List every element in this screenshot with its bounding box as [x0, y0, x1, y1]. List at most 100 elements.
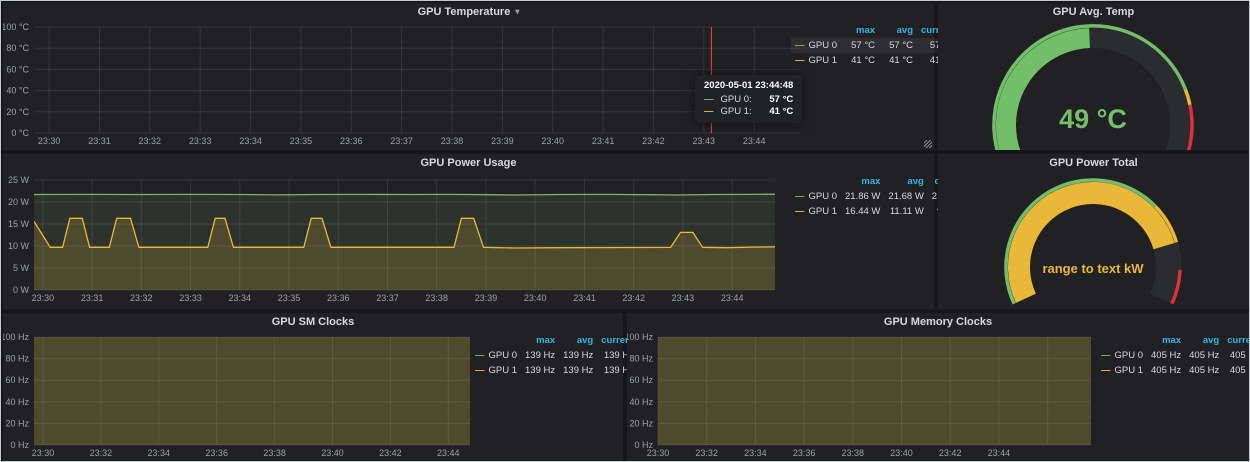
- svg-text:20 Hz: 20 Hz: [629, 418, 653, 428]
- svg-text:100 °C: 100 °C: [3, 22, 29, 32]
- gpu-sm-clocks-legend: maxavgcurrent—GPU 0139 Hz139 Hz139 Hz—GP…: [471, 333, 638, 378]
- series-dash-icon: —: [795, 55, 805, 66]
- legend-sort-max[interactable]: max: [841, 174, 884, 189]
- legend-sort-avg[interactable]: avg: [879, 23, 917, 38]
- legend-series-gpu-1[interactable]: —GPU 1139 Hz139 Hz139 Hz: [471, 363, 638, 378]
- legend-series-gpu-0[interactable]: —GPU 0405 Hz405 Hz405 Hz: [1097, 348, 1250, 363]
- legend-series-gpu-0[interactable]: —GPU 0139 Hz139 Hz139 Hz: [471, 348, 638, 363]
- svg-text:80 °C: 80 °C: [6, 43, 29, 53]
- svg-text:0 Hz: 0 Hz: [10, 440, 29, 450]
- svg-text:23:43: 23:43: [693, 136, 716, 146]
- svg-text:23:42: 23:42: [379, 448, 402, 458]
- legend-sort-avg[interactable]: avg: [884, 174, 927, 189]
- series-dash-icon: —: [795, 40, 805, 51]
- legend-series-gpu-1[interactable]: —GPU 1405 Hz405 Hz405 Hz: [1097, 363, 1250, 378]
- svg-text:23:34: 23:34: [148, 448, 171, 458]
- panel-title-text: GPU Power Usage: [421, 157, 517, 169]
- series-dash-icon: —: [704, 94, 714, 105]
- svg-text:23:36: 23:36: [327, 293, 350, 303]
- legend-table: maxavgcurrent—GPU 0139 Hz139 Hz139 Hz—GP…: [471, 333, 638, 378]
- gpu-power-total-gauge: range to text kW: [938, 172, 1249, 314]
- legend-sort-max[interactable]: max: [1147, 333, 1185, 348]
- svg-text:80 Hz: 80 Hz: [629, 354, 653, 364]
- legend-value: 139 Hz: [521, 348, 559, 363]
- legend-value: 57 °C: [841, 38, 879, 53]
- legend-value: 139 Hz: [559, 363, 597, 378]
- legend-value: 57 °C: [879, 38, 917, 53]
- svg-text:23:40: 23:40: [890, 448, 913, 458]
- svg-text:23:44: 23:44: [437, 448, 460, 458]
- svg-text:23:38: 23:38: [842, 448, 865, 458]
- svg-text:23:33: 23:33: [189, 136, 212, 146]
- svg-text:23:32: 23:32: [90, 448, 113, 458]
- svg-text:23:34: 23:34: [229, 293, 252, 303]
- tooltip-row: — GPU 1: 41 °C: [704, 106, 793, 117]
- svg-text:23:44: 23:44: [721, 293, 744, 303]
- svg-text:23:40: 23:40: [541, 136, 564, 146]
- panel-title-text: GPU Memory Clocks: [884, 316, 992, 328]
- panel-title-text: GPU Temperature: [418, 6, 511, 18]
- svg-text:23:30: 23:30: [647, 448, 670, 458]
- legend-sort-current[interactable]: current: [1223, 333, 1250, 348]
- legend-value: 405 Hz: [1185, 348, 1223, 363]
- legend-sort-avg[interactable]: avg: [1185, 333, 1223, 348]
- svg-text:23:40: 23:40: [524, 293, 547, 303]
- panel-title-dropdown[interactable]: GPU Temperature ▾: [3, 3, 934, 21]
- svg-text:5 W: 5 W: [13, 263, 30, 273]
- tooltip-series-value: 41 °C: [759, 106, 793, 117]
- legend-sort-avg[interactable]: avg: [559, 333, 597, 348]
- tooltip-series-name: GPU 1:: [721, 106, 752, 117]
- legend-value: 405 Hz: [1223, 348, 1250, 363]
- legend-sort-max[interactable]: max: [841, 23, 879, 38]
- chart-tooltip: 2020-05-01 23:44:48 — GPU 0: 57 °C — GPU…: [695, 75, 802, 123]
- svg-text:23:34: 23:34: [239, 136, 262, 146]
- gpu-temperature-legend: maxavgcurrent—GPU 057 °C57 °C57 °C—GPU 1…: [791, 23, 958, 68]
- legend-value: 405 Hz: [1223, 363, 1250, 378]
- panel-title-text: GPU SM Clocks: [272, 316, 355, 328]
- svg-text:23:33: 23:33: [179, 293, 202, 303]
- series-dash-icon: —: [475, 365, 485, 376]
- svg-text:60 °C: 60 °C: [6, 64, 29, 74]
- svg-text:23:36: 23:36: [340, 136, 363, 146]
- series-dash-icon: —: [475, 350, 485, 361]
- legend-table: maxavgcurrent—GPU 057 °C57 °C57 °C—GPU 1…: [791, 23, 958, 68]
- panel-title[interactable]: GPU Avg. Temp: [938, 3, 1249, 21]
- series-dash-icon: —: [795, 206, 805, 217]
- svg-text:23:41: 23:41: [592, 136, 615, 146]
- svg-text:23:38: 23:38: [263, 448, 286, 458]
- svg-text:100 Hz: 100 Hz: [627, 332, 653, 342]
- svg-text:0 °C: 0 °C: [11, 128, 29, 138]
- panel-title-text: GPU Avg. Temp: [1053, 6, 1135, 18]
- panel-title[interactable]: GPU Power Total: [938, 154, 1249, 172]
- svg-text:23:44: 23:44: [743, 136, 766, 146]
- legend-value: 41 °C: [841, 53, 879, 68]
- panel-gpu-power-usage: GPU Power Usage 0 W5 W10 W15 W20 W25 W23…: [3, 154, 934, 309]
- series-dash-icon: —: [1101, 350, 1111, 361]
- svg-text:23:43: 23:43: [672, 293, 695, 303]
- svg-text:20 Hz: 20 Hz: [5, 418, 29, 428]
- svg-text:20 W: 20 W: [8, 197, 30, 207]
- svg-text:80 Hz: 80 Hz: [5, 354, 29, 364]
- gpu-memory-clocks-legend: maxavgcurrent—GPU 0405 Hz405 Hz405 Hz—GP…: [1097, 333, 1250, 378]
- legend-value: 405 Hz: [1147, 363, 1185, 378]
- legend-series-gpu-0[interactable]: —GPU 057 °C57 °C57 °C: [791, 38, 958, 53]
- legend-series-gpu-1[interactable]: —GPU 141 °C41 °C41 °C: [791, 53, 958, 68]
- svg-text:23:35: 23:35: [278, 293, 301, 303]
- svg-text:23:32: 23:32: [695, 448, 718, 458]
- series-dash-icon: —: [704, 106, 714, 117]
- gpu_avg_temp-value: 49 °C: [1059, 104, 1127, 134]
- svg-text:15 W: 15 W: [8, 219, 30, 229]
- legend-value: 21.86 W: [841, 189, 884, 204]
- gpu_power_total-value: range to text kW: [1042, 261, 1144, 276]
- panel-title[interactable]: GPU Power Usage: [3, 154, 934, 172]
- svg-text:10 W: 10 W: [8, 241, 30, 251]
- panel-resize-handle[interactable]: [924, 140, 932, 148]
- series-dash-icon: —: [795, 191, 805, 202]
- grafana-dashboard: GPU Temperature ▾ 0 °C20 °C40 °C60 °C80 …: [0, 0, 1250, 462]
- svg-text:100 Hz: 100 Hz: [3, 332, 29, 342]
- legend-sort-max[interactable]: max: [521, 333, 559, 348]
- panel-title[interactable]: GPU Memory Clocks: [627, 313, 1249, 331]
- gpu_avg_temp-gauge-svg: 49 °C: [938, 21, 1249, 150]
- svg-text:23:30: 23:30: [38, 136, 61, 146]
- panel-title[interactable]: GPU SM Clocks: [3, 313, 623, 331]
